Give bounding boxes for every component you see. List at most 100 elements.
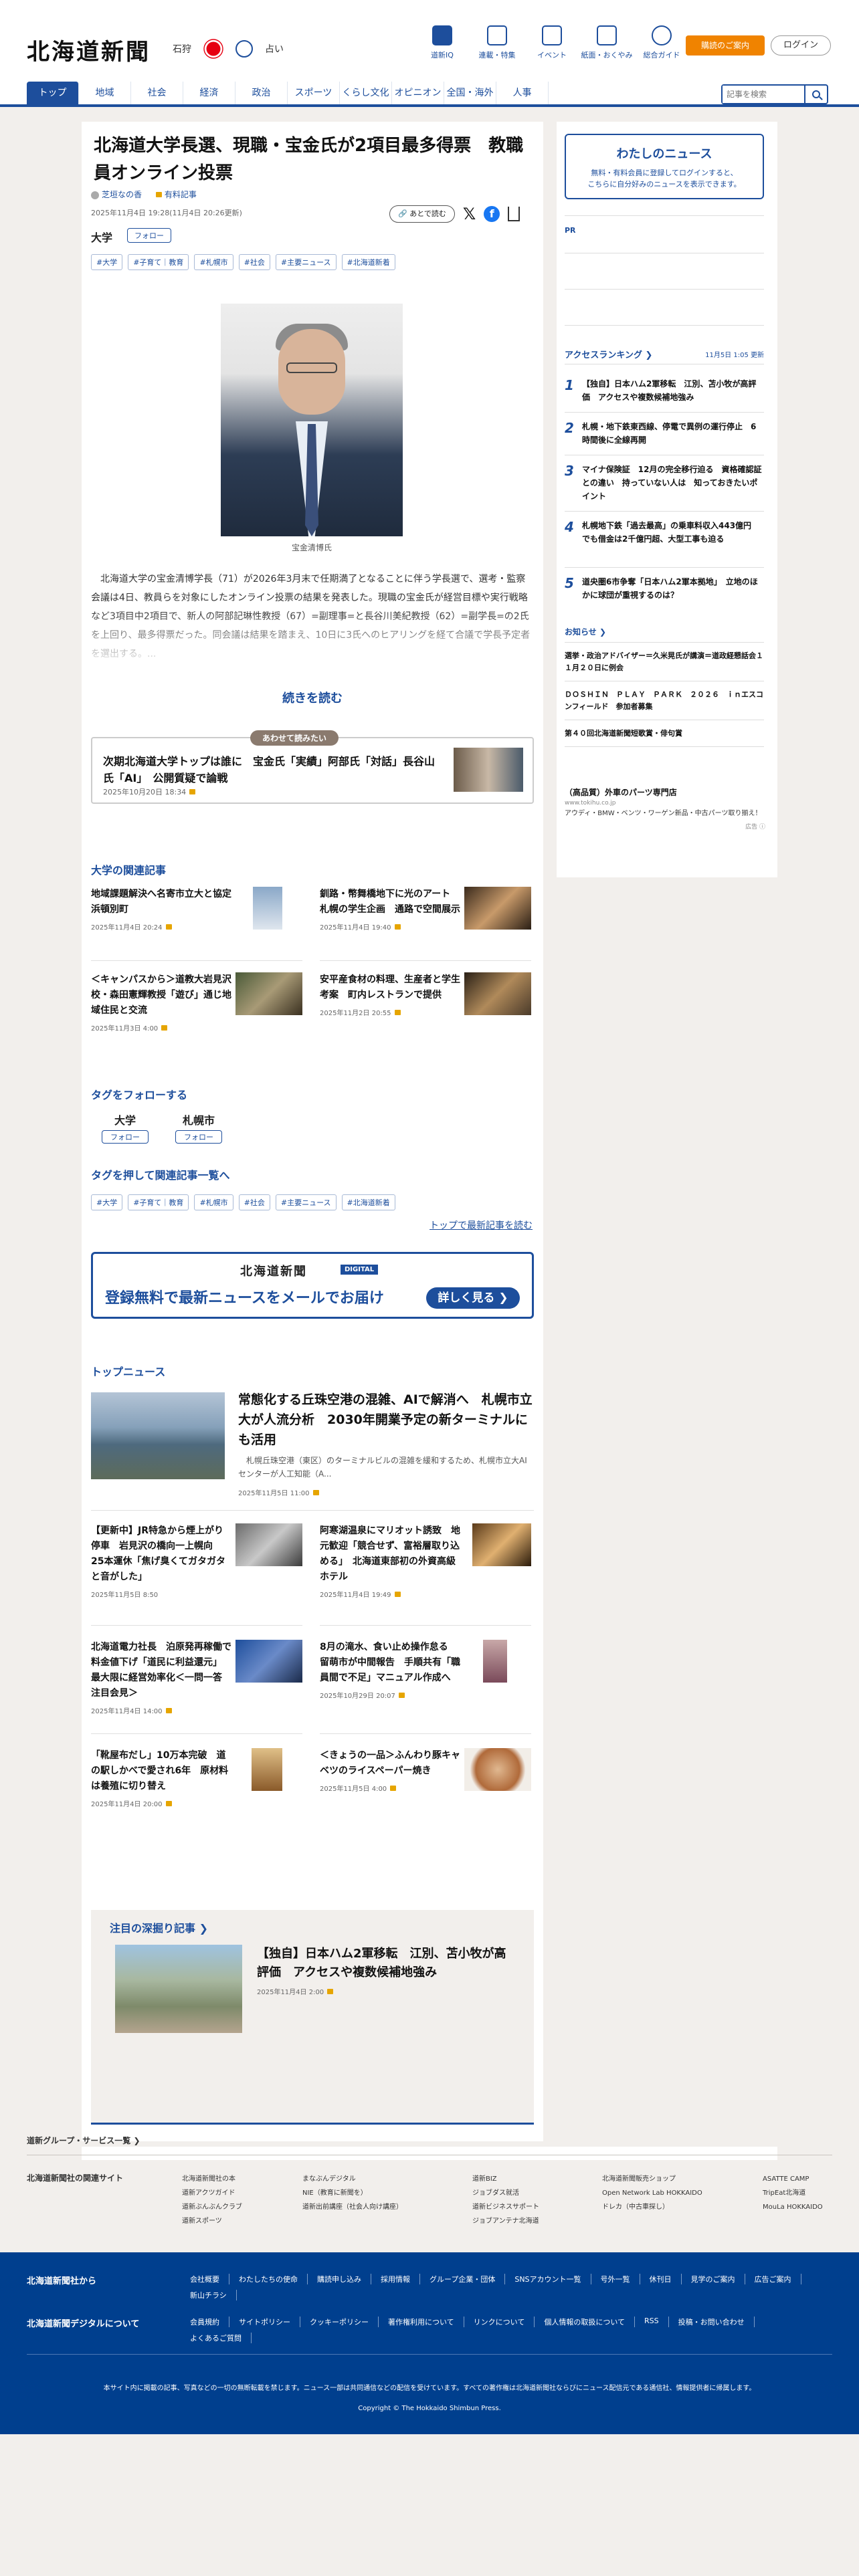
search-input[interactable] <box>723 86 803 103</box>
top-lead-image[interactable] <box>91 1392 225 1479</box>
nav-society[interactable]: 社会 <box>131 82 183 104</box>
footer-link[interactable]: よくあるご質問 <box>181 2333 252 2343</box>
header-link-doshin-iq[interactable]: 道新IQ <box>415 25 470 60</box>
footer-link[interactable]: 休刊日 <box>640 2274 682 2284</box>
tag-link[interactable]: #大学 <box>91 254 123 270</box>
follow-button[interactable]: フォロー <box>175 1130 222 1144</box>
footer-link[interactable]: ドレカ（中古車探し） <box>602 2200 702 2214</box>
footer-link[interactable]: クッキーポリシー <box>300 2317 379 2327</box>
footer-link[interactable]: わたしたちの使命 <box>229 2274 308 2284</box>
header-link-guide[interactable]: 総合ガイド <box>634 25 689 60</box>
list-item[interactable]: 安平産食材の料理、生産者と学生考案 町内レストランで提供 2025年11月2日 … <box>320 972 531 1017</box>
list-item[interactable]: ＜きょうの一品＞ふんわり豚キャベツのライスペーパー焼き 2025年11月5日 4… <box>320 1748 531 1793</box>
footer-link[interactable]: 道新ビジネスサポート <box>472 2200 539 2214</box>
list-item[interactable]: 「靴屋布だし」10万本完破 道の駅しかべで愛され6年 原材料は養殖に切り替え 2… <box>91 1748 302 1808</box>
list-item[interactable]: 釧路・幣舞橋地下に光のアート 札幌の学生企画 通路で空間展示 2025年11月4… <box>320 887 531 932</box>
nav-culture[interactable]: くらし文化 <box>340 82 392 104</box>
details-button[interactable]: 詳しく見る ❯ <box>426 1287 520 1309</box>
tag-link[interactable]: #社会 <box>238 1194 270 1210</box>
login-button[interactable]: ログイン <box>771 35 831 56</box>
notice-item[interactable]: 選挙・政治アドバイザー＝久米晃氏が講演＝道政経懇話会１１月２０日に例会 <box>565 650 765 674</box>
nav-top[interactable]: トップ <box>27 82 79 104</box>
list-item[interactable]: 地域課題解決へ名寄市立大と協定 浜頓別町 2025年11月4日 20:24 <box>91 887 302 932</box>
list-item[interactable]: 阿寒湖温泉にマリオット誘致 地元歓迎「競合せず、富裕層取り込める」 北海道東部初… <box>320 1523 531 1599</box>
follow-category-button[interactable]: フォロー <box>127 228 171 243</box>
author-link[interactable]: 芝垣なの香 <box>91 189 142 200</box>
footer-link[interactable]: RSS <box>635 2317 669 2327</box>
footer-link[interactable]: TripEat北海道 <box>763 2186 823 2200</box>
footer-link[interactable]: ASATTE CAMP <box>763 2172 823 2186</box>
footer-link[interactable]: 会員規約 <box>181 2317 229 2327</box>
nav-region[interactable]: 地域 <box>79 82 131 104</box>
header-link-paper[interactable]: 紙面・おくやみ <box>579 25 634 60</box>
list-item[interactable]: 8月の滝水、食い止め操作怠る 留萌市が中間報告 手順共有「職員間で不足」マニュア… <box>320 1640 531 1700</box>
latest-news-link[interactable]: トップで最新記事を読む <box>430 1218 533 1232</box>
my-news-box[interactable]: わたしのニュース 無料・有料会員に登録してログインすると、 こちらに自分好みのニュ… <box>565 134 764 199</box>
ad-title[interactable]: （高品質）外車のパーツ専門店 <box>565 786 765 798</box>
related-title[interactable]: 次期北海道大学トップは誰に 宝金氏「実績」阿部氏「対話」長谷山氏「AI」 公開質… <box>103 753 438 786</box>
footer-link[interactable]: 道新ぶんぶんクラブ <box>182 2200 242 2214</box>
nav-personnel[interactable]: 人事 <box>496 82 549 104</box>
footer-link[interactable]: ジョブダス就活 <box>472 2186 539 2200</box>
tag-link[interactable]: #札幌市 <box>194 1194 233 1210</box>
nav-world[interactable]: 全国・海外 <box>444 82 496 104</box>
footer-link[interactable]: 道新アクツガイド <box>182 2186 242 2200</box>
read-more-link[interactable]: 続きを読む <box>82 689 543 706</box>
deep-dive-heading[interactable]: 注目の深掘り記事 ❯ <box>110 1919 208 1935</box>
footer-link[interactable]: 購読申し込み <box>308 2274 371 2284</box>
tag-link[interactable]: #北海道新着 <box>341 254 395 270</box>
read-later-button[interactable]: 🔗 あとで読む <box>389 205 455 223</box>
tag-link[interactable]: #札幌市 <box>194 254 233 270</box>
site-logo[interactable]: 北海道新聞 <box>27 33 151 66</box>
article-photo[interactable] <box>221 304 403 536</box>
region-label[interactable]: 石狩 <box>173 42 191 56</box>
footer-link[interactable]: 道新出前講座（社会人向け講座） <box>302 2200 403 2214</box>
notice-item[interactable]: ＤＯＳＨＩＮ ＰＬＡＹ ＰＡＲＫ ２０２６ ｉｎエスコンフィールド 参加者募集 <box>565 689 765 713</box>
footer-link[interactable]: 広告ご案内 <box>745 2274 801 2284</box>
sidebar-ad[interactable]: （高品質）外車のパーツ専門店 www.tokihu.co.jp アウディ・BMW… <box>565 786 765 831</box>
nav-economy[interactable]: 経済 <box>183 82 235 104</box>
footer-link[interactable]: 投稿・お問い合わせ <box>669 2317 755 2327</box>
top-lead-title[interactable]: 常態化する丘珠空港の混雑、AIで解消へ 札幌市立大が人流分析 2030年開業予定… <box>238 1390 533 1450</box>
list-item[interactable]: 【更新中】JR特急から煙上がり停車 岩見沢の橋向一上幌向 25本運休「焦げ臭くて… <box>91 1523 302 1599</box>
footer-link[interactable]: 会社概要 <box>181 2274 229 2284</box>
fortune-label[interactable]: 占い <box>265 42 284 56</box>
footer-link[interactable]: まなぶんデジタル <box>302 2172 403 2186</box>
footer-link[interactable]: 著作権利用について <box>379 2317 464 2327</box>
tag-link[interactable]: #北海道新着 <box>341 1194 395 1210</box>
nav-opinion[interactable]: オピニオン <box>392 82 444 104</box>
list-item[interactable]: 北海道電力社長 泊原発再稼働で料金値下げ「道民に利益還元」 最大限に経営効率化＜… <box>91 1640 302 1715</box>
search-button[interactable] <box>804 86 827 103</box>
notice-heading[interactable]: お知らせ ❯ <box>565 626 606 637</box>
footer-link[interactable]: Open Network Lab HOKKAIDO <box>602 2186 702 2200</box>
subscribe-button[interactable]: 購読のご案内 <box>686 35 765 56</box>
share-icon[interactable] <box>508 207 520 221</box>
tag-link[interactable]: #子育て｜教育 <box>128 1194 189 1210</box>
ranking-heading[interactable]: アクセスランキング ❯ <box>565 348 652 360</box>
footer-link[interactable]: 個人情報の取扱について <box>535 2317 636 2327</box>
footer-link[interactable]: サイトポリシー <box>229 2317 300 2327</box>
related-article-box[interactable]: あわせて読みたい 次期北海道大学トップは誰に 宝金氏「実績」阿部氏「対話」長谷山… <box>91 730 534 804</box>
footer-link[interactable]: リンクについて <box>464 2317 535 2327</box>
footer-link[interactable]: SNSアカウント一覧 <box>505 2274 591 2284</box>
list-item[interactable]: ＜キャンパスから＞道教大岩見沢校・森田憲輝教授「遊び」通じ地域住民と交流 202… <box>91 972 302 1033</box>
footer-link[interactable]: 北海道新聞販売ショップ <box>602 2172 702 2186</box>
group-services-link[interactable]: 道新グループ・サービス一覧 ❯ <box>27 2135 140 2146</box>
mail-signup-banner[interactable]: 北海道新聞 DIGITAL 登録無料で最新ニュースをメールでお届け 詳しく見る … <box>91 1252 534 1319</box>
deep-dive-image[interactable] <box>115 1945 242 2033</box>
tag-link[interactable]: #大学 <box>91 1194 123 1210</box>
notice-item[interactable]: 第４０回北海道新聞短歌賞・俳句賞 <box>565 728 765 740</box>
header-link-series[interactable]: 連載・特集 <box>470 25 524 60</box>
header-link-events[interactable]: イベント <box>524 25 579 60</box>
facebook-share-icon[interactable]: f <box>484 206 500 222</box>
footer-link[interactable]: MouLa HOKKAIDO <box>763 2200 823 2214</box>
footer-link[interactable]: 北海道新聞社の本 <box>182 2172 242 2186</box>
tag-link[interactable]: #子育て｜教育 <box>128 254 189 270</box>
weather-widget[interactable]: 石狩 占い <box>173 39 284 59</box>
related-thumbnail[interactable] <box>454 748 523 792</box>
nav-sports[interactable]: スポーツ <box>288 82 340 104</box>
ad-label[interactable]: 広告 ⓘ <box>565 822 765 831</box>
footer-link[interactable]: ジョブアンテナ北海道 <box>472 2214 539 2228</box>
footer-link[interactable]: 見学のご案内 <box>682 2274 745 2284</box>
footer-link[interactable]: グループ企業・団体 <box>420 2274 506 2284</box>
